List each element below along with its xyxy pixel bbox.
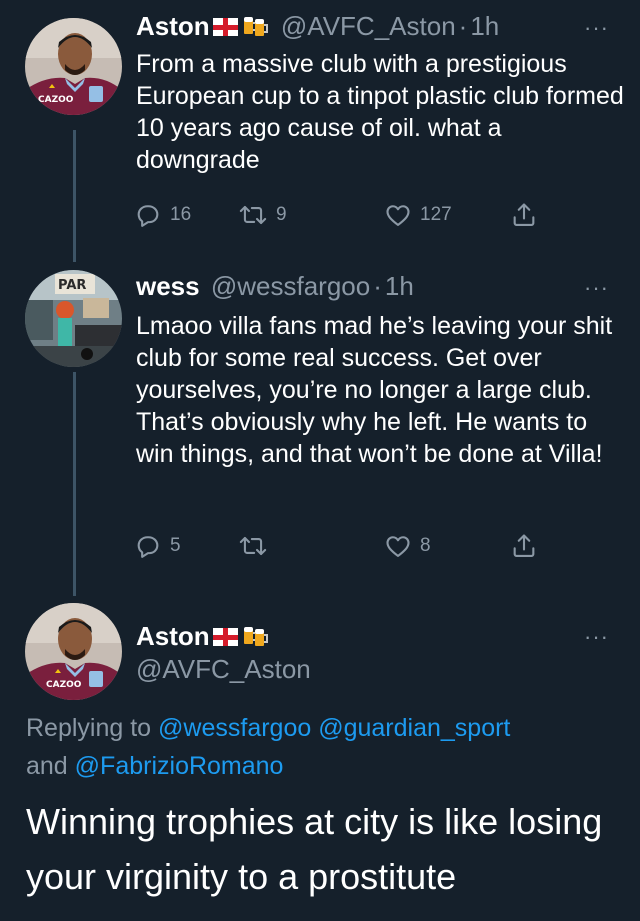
username[interactable]: @AVFC_Aston — [281, 11, 456, 41]
separator-dot: · — [458, 11, 468, 41]
heart-icon — [386, 536, 410, 557]
reply-icon — [137, 536, 159, 558]
more-options-icon[interactable]: ··· — [584, 17, 609, 39]
avatar-sponsor-text: CAZOO — [38, 95, 74, 105]
replying-to: Replying to @wessfargoo @guardian_sport … — [26, 709, 626, 785]
mention-link[interactable]: @wessfargoo — [158, 714, 311, 742]
tweet-header: Aston @AVFC_Aston · 1h — [136, 10, 499, 45]
avatar[interactable]: CAZOO — [25, 603, 122, 700]
like-button[interactable]: 8 — [384, 531, 431, 561]
reply-icon — [137, 205, 159, 227]
mention-link[interactable]: @guardian_sport — [318, 714, 510, 742]
separator-dot: · — [373, 271, 382, 301]
retweet-button[interactable]: 9 — [238, 200, 287, 230]
retweet-icon — [239, 536, 267, 556]
thread-line — [73, 372, 76, 596]
main-tweet-text: Winning trophies at city is like losing … — [26, 801, 603, 897]
thread-line — [73, 130, 76, 262]
share-icon — [513, 534, 535, 557]
england-flag-icon — [212, 18, 238, 36]
avatar[interactable]: CAZOO — [25, 18, 122, 115]
timestamp[interactable]: 1h — [470, 11, 499, 41]
main-tweet-header: Aston — [136, 620, 268, 655]
avatar-image: CAZOO — [25, 18, 122, 115]
reply-count: 5 — [170, 535, 181, 556]
display-name[interactable]: Aston — [136, 11, 210, 41]
avatar[interactable]: PAR — [25, 270, 122, 367]
replying-to-label: Replying to — [26, 714, 152, 742]
avatar-sponsor-text: CAZOO — [46, 680, 82, 690]
display-name[interactable]: wess — [136, 271, 200, 301]
username[interactable]: @AVFC_Aston — [136, 653, 311, 685]
share-icon — [513, 203, 535, 226]
tweet-text: Lmaoo villa fans mad he’s leaving your s… — [136, 312, 613, 468]
beer-mugs-icon — [242, 13, 268, 45]
tweet-actions: 16 9 127 — [134, 200, 554, 230]
reply-count: 16 — [170, 204, 192, 225]
more-options-icon[interactable]: ··· — [584, 626, 609, 648]
retweet-button[interactable] — [238, 531, 276, 561]
and-label: and — [26, 752, 68, 780]
tweet-header: wess @wessfargoo · 1h — [136, 270, 414, 302]
tweet-actions: 5 8 — [134, 531, 554, 561]
share-button[interactable] — [510, 200, 538, 230]
beer-mugs-icon — [242, 623, 268, 655]
display-name[interactable]: Aston — [136, 621, 210, 651]
more-options-icon[interactable]: ··· — [584, 277, 609, 299]
avatar-image: CAZOO — [25, 603, 122, 700]
share-button[interactable] — [510, 531, 538, 561]
retweet-count: 9 — [276, 204, 287, 225]
mention-link[interactable]: @FabrizioRomano — [75, 752, 284, 780]
avatar-image: PAR — [25, 270, 122, 367]
timestamp[interactable]: 1h — [385, 271, 414, 301]
like-button[interactable]: 127 — [384, 200, 452, 230]
tweet-text: From a massive club with a prestigious E… — [136, 50, 624, 174]
like-count: 8 — [420, 535, 431, 556]
reply-button[interactable]: 5 — [134, 531, 181, 561]
like-count: 127 — [420, 204, 452, 225]
retweet-icon — [239, 205, 267, 225]
avatar-sign-text: PAR — [58, 278, 86, 293]
username[interactable]: @wessfargoo — [211, 271, 370, 301]
reply-button[interactable]: 16 — [134, 200, 191, 230]
england-flag-icon — [212, 628, 238, 646]
heart-icon — [386, 205, 410, 226]
